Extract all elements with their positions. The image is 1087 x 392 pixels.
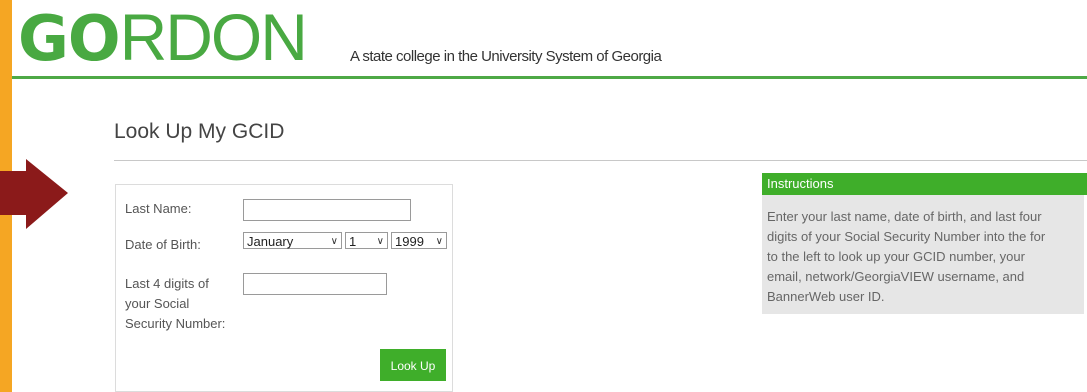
last-name-label: Last Name: bbox=[125, 201, 192, 216]
logo-part-2: RDON bbox=[119, 0, 308, 74]
instructions-line: Enter your last name, date of birth, and… bbox=[767, 209, 1042, 224]
dob-month-value: January bbox=[247, 234, 294, 249]
lookup-form: Last Name: Date of Birth: January ∨ 1 ∨ … bbox=[115, 184, 453, 392]
instructions-body: Enter your last name, date of birth, and… bbox=[762, 195, 1084, 314]
dob-day-value: 1 bbox=[349, 234, 357, 249]
instructions-line: to the left to look up your GCID number,… bbox=[767, 249, 1025, 264]
last-name-input[interactable] bbox=[243, 199, 411, 221]
dob-label: Date of Birth: bbox=[125, 237, 201, 252]
header-divider bbox=[12, 76, 1087, 79]
ssn-input[interactable] bbox=[243, 273, 387, 295]
dob-year-select[interactable]: 1999 ∨ bbox=[391, 232, 447, 249]
instructions-panel: Instructions Enter your last name, date … bbox=[762, 173, 1087, 314]
dob-day-select[interactable]: 1 ∨ bbox=[345, 232, 388, 249]
site-tagline: A state college in the University System… bbox=[350, 48, 662, 65]
chevron-down-icon: ∨ bbox=[435, 236, 443, 247]
logo-part-1: GO bbox=[18, 2, 121, 75]
page-title: Look Up My GCID bbox=[114, 120, 285, 143]
dob-year-value: 1999 bbox=[395, 234, 424, 249]
instructions-heading: Instructions bbox=[762, 173, 1087, 195]
instructions-line: digits of your Social Security Number in… bbox=[767, 229, 1046, 244]
look-up-button[interactable]: Look Up bbox=[380, 349, 446, 381]
instructions-line: email, network/GeorgiaVIEW username, and bbox=[767, 269, 1025, 284]
ssn-label: Last 4 digits of your Social Security Nu… bbox=[125, 276, 226, 331]
gordon-logo[interactable]: GORDON bbox=[18, 4, 308, 72]
arrow-right-icon bbox=[0, 159, 68, 229]
dob-month-select[interactable]: January ∨ bbox=[243, 232, 342, 249]
page: GORDON A state college in the University… bbox=[12, 0, 1087, 392]
instructions-line: BannerWeb user ID. bbox=[767, 289, 885, 304]
title-divider bbox=[114, 160, 1087, 161]
site-header: GORDON A state college in the University… bbox=[12, 0, 1087, 80]
chevron-down-icon: ∨ bbox=[376, 236, 384, 247]
chevron-down-icon: ∨ bbox=[330, 236, 338, 247]
